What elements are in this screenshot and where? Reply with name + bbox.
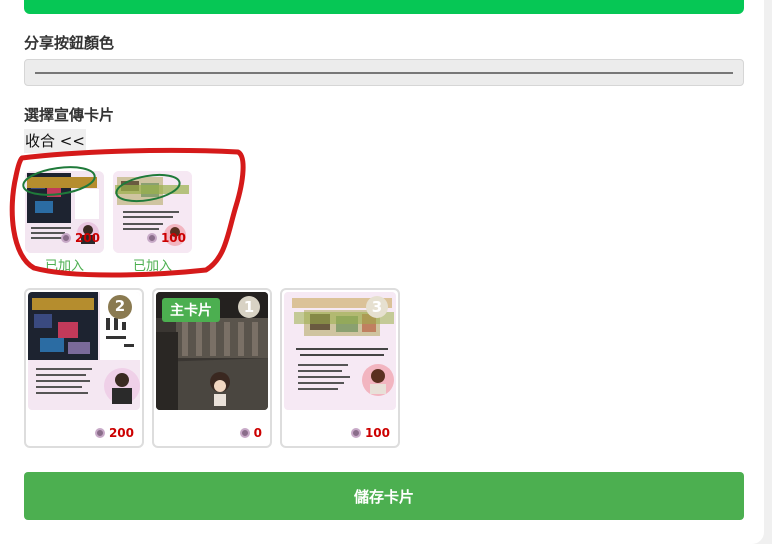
- card-number-badge: 2: [108, 295, 132, 319]
- share-button-color-label: 分享按鈕顏色: [24, 34, 115, 52]
- added-label-2: 已加入: [132, 259, 172, 274]
- settings-panel: 分享按鈕顏色 選擇宣傳卡片 收合 << 200 已加入 100 已加入 2 20…: [0, 0, 764, 544]
- eye-icon: [146, 233, 157, 243]
- view-count: 0: [253, 426, 262, 440]
- eye-icon: [350, 428, 361, 438]
- eye-icon: [239, 428, 250, 438]
- collapse-button[interactable]: 收合 <<: [24, 129, 86, 153]
- page-scrollbar[interactable]: [764, 0, 772, 544]
- card-number-badge: 1: [238, 296, 260, 318]
- slider-track: [35, 72, 733, 74]
- promo-card-2-views: 0: [239, 426, 262, 440]
- promo-card-3[interactable]: 3 100: [280, 288, 400, 448]
- promo-cards-label: 選擇宣傳卡片: [24, 106, 115, 124]
- selected-card-2-views: 100: [146, 231, 186, 245]
- promo-card-1-views: 200: [94, 426, 134, 440]
- promo-card-2[interactable]: 主卡片 1 0: [152, 288, 272, 448]
- added-label-1: 已加入: [44, 259, 84, 274]
- card-number-badge: 3: [366, 296, 388, 318]
- top-green-button[interactable]: [24, 0, 744, 14]
- save-card-button[interactable]: 儲存卡片: [24, 472, 744, 520]
- share-button-color-slider[interactable]: [24, 59, 744, 86]
- view-count: 200: [74, 231, 100, 245]
- eye-icon: [60, 233, 71, 243]
- promo-card-1[interactable]: 2 200: [24, 288, 144, 448]
- selected-card-2[interactable]: 100: [113, 171, 192, 253]
- promo-card-3-views: 100: [350, 426, 390, 440]
- view-count: 100: [160, 231, 186, 245]
- selected-card-1[interactable]: 200: [25, 171, 104, 253]
- main-card-badge: 主卡片: [162, 298, 220, 322]
- view-count: 200: [108, 426, 134, 440]
- eye-icon: [94, 428, 105, 438]
- view-count: 100: [364, 426, 390, 440]
- selected-card-1-views: 200: [60, 231, 100, 245]
